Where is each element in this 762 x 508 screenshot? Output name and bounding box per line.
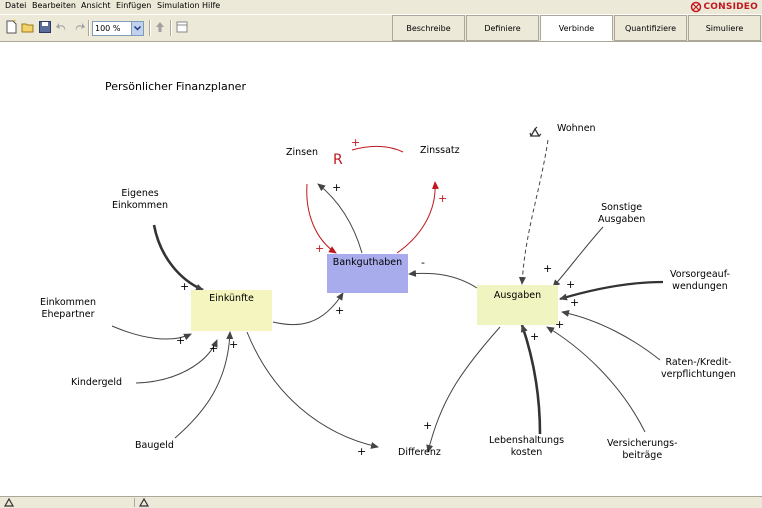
new-file-icon[interactable] <box>4 20 18 34</box>
recycle-icon <box>3 497 15 507</box>
differenz-label[interactable]: Differenz <box>398 447 441 459</box>
link-eigenes-einkommen <box>152 224 204 292</box>
tab-beschreibe[interactable]: Beschreibe <box>392 15 465 41</box>
link-zinssatz-bank <box>396 181 439 254</box>
link-versicherung <box>546 326 646 433</box>
diagram-title: Persönlicher Finanzplaner <box>105 80 246 93</box>
link-einkuenfte-bank <box>272 292 344 326</box>
consideo-logo: CONSIDEO <box>690 0 759 13</box>
menu-simulation[interactable]: Simulation <box>157 1 200 10</box>
einkommen-ehepartner-label[interactable]: Einkommen Ehepartner <box>40 297 96 321</box>
polarity-plus: + <box>423 419 433 432</box>
tab-verbinde[interactable]: Verbinde <box>540 15 613 41</box>
polarity-plus: + <box>438 192 448 205</box>
polarity-plus: + <box>351 136 361 149</box>
redo-icon[interactable] <box>72 20 86 34</box>
polarity-minus: - <box>421 256 425 269</box>
einkuenfte-label[interactable]: Einkünfte <box>191 290 272 306</box>
polarity-plus: + <box>335 304 345 317</box>
toolbar-separator <box>149 20 151 36</box>
polarity-plus: + <box>570 296 580 309</box>
status-separator <box>134 498 135 507</box>
polarity-plus: + <box>229 338 239 351</box>
polarity-plus: + <box>566 278 576 291</box>
raten-label[interactable]: Raten-/Kredit- verpflichtungen <box>661 357 736 381</box>
menu-bar: Datei Bearbeiten Ansicht Einfügen Simula… <box>0 0 762 14</box>
tab-simuliere[interactable]: Simuliere <box>688 15 761 41</box>
zinssatz-label[interactable]: Zinssatz <box>420 145 460 157</box>
polarity-plus: + <box>543 262 553 275</box>
link-ausgaben-bank <box>408 269 478 289</box>
tab-definiere[interactable]: Definiere <box>466 15 539 41</box>
logo-text: CONSIDEO <box>703 1 758 12</box>
menu-bearbeiten[interactable]: Bearbeiten <box>32 1 76 10</box>
zinsen-label[interactable]: Zinsen <box>286 147 318 159</box>
sonstige-ausgaben-label[interactable]: Sonstige Ausgaben <box>598 202 645 226</box>
panel-icon[interactable] <box>175 20 189 34</box>
lebenshaltung-label[interactable]: Lebenshaltungs kosten <box>489 435 564 459</box>
chevron-down-icon[interactable] <box>131 22 143 35</box>
diagram-canvas[interactable]: Persönlicher Finanzplaner Einkünfte Bank… <box>0 42 762 496</box>
arrow-up-icon[interactable] <box>153 20 167 34</box>
menu-hilfe[interactable]: Hilfe <box>202 1 220 10</box>
versicherung-label[interactable]: Versicherungs- beiträge <box>607 438 678 462</box>
undo-icon[interactable] <box>55 20 69 34</box>
ausgaben-label[interactable]: Ausgaben <box>477 287 558 303</box>
polarity-plus: + <box>176 334 186 347</box>
toolbar-separator <box>170 20 172 36</box>
link-sonstige <box>552 226 604 288</box>
polarity-plus: + <box>209 342 219 355</box>
polarity-plus: + <box>530 330 540 343</box>
recycle-icon <box>138 497 150 507</box>
polarity-plus: + <box>332 181 342 194</box>
vorsorge-label[interactable]: Vorsorgeauf- wendungen <box>670 269 730 293</box>
status-bar <box>0 496 762 508</box>
loop-label: R <box>333 152 343 168</box>
kindergeld-label[interactable]: Kindergeld <box>71 377 122 389</box>
wohnen-recycle-icon <box>529 126 542 137</box>
link-baugeld <box>174 331 234 439</box>
consideo-logo-icon <box>690 1 701 12</box>
polarity-plus: + <box>180 280 190 293</box>
link-einkuenfte-differenz <box>246 331 379 449</box>
bankguthaben-label[interactable]: Bankguthaben <box>327 254 408 271</box>
eigenes-einkommen-label[interactable]: Eigenes Einkommen <box>112 188 168 212</box>
polarity-plus: + <box>315 242 325 255</box>
tab-quantifiziere[interactable]: Quantifiziere <box>614 15 687 41</box>
link-raten <box>561 310 661 361</box>
baugeld-label[interactable]: Baugeld <box>135 440 174 452</box>
menu-datei[interactable]: Datei <box>5 1 26 10</box>
toolbar-separator <box>88 20 90 36</box>
link-ausgaben-differenz <box>426 326 501 453</box>
menu-einfuegen[interactable]: Einfügen <box>116 1 151 10</box>
save-icon[interactable] <box>38 20 52 34</box>
wohnen-label[interactable]: Wohnen <box>557 123 596 135</box>
polarity-plus: + <box>555 318 565 331</box>
menu-ansicht[interactable]: Ansicht <box>81 1 111 10</box>
open-folder-icon[interactable] <box>21 20 35 34</box>
polarity-plus: + <box>357 445 367 458</box>
